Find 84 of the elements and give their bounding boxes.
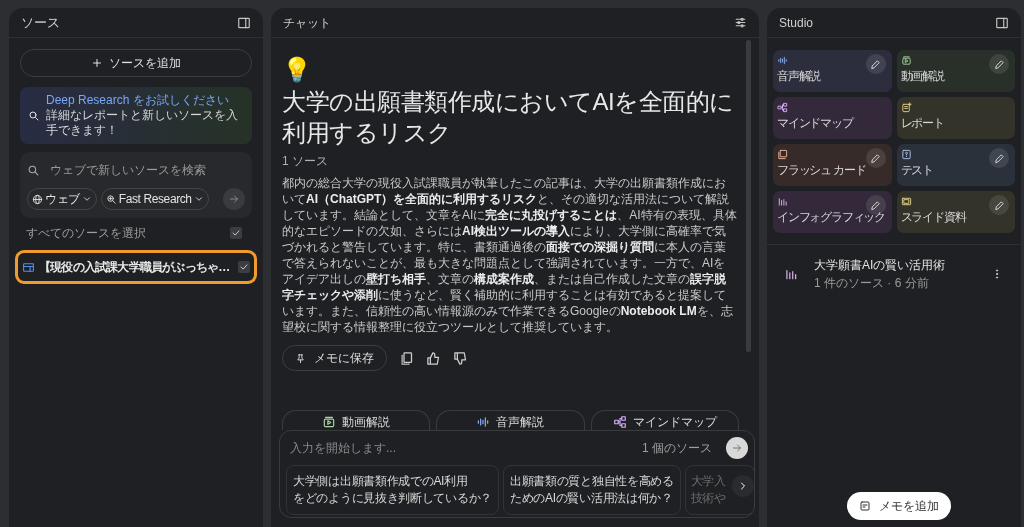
thumbs-up-icon[interactable] [426, 350, 441, 366]
panel-title: Studio [779, 14, 814, 32]
caret-icon [81, 194, 92, 204]
tile-label: 動画解説 [900, 68, 944, 84]
source-item[interactable]: 【現役の入試課大学職員がぶっちゃ… [15, 250, 257, 284]
studio-tile[interactable]: スライド資料 [896, 191, 1015, 233]
edit-button[interactable] [865, 54, 886, 74]
panel-toggle-icon[interactable] [995, 15, 1009, 30]
studio-tile[interactable]: インフォグラフィック [773, 191, 892, 233]
studio-tile[interactable]: レポート [896, 97, 1015, 139]
video-play-icon [900, 55, 912, 66]
edit-button[interactable] [865, 148, 886, 168]
check-icon [239, 262, 249, 272]
tile-label: レポート [900, 115, 944, 131]
magnifier-icon [28, 109, 40, 122]
promo-link[interactable]: Deep Research をお試しください [46, 93, 229, 107]
chat-input-field[interactable]: 入力を開始します... [290, 439, 642, 457]
search-icon [27, 163, 40, 177]
send-button[interactable] [726, 437, 748, 459]
tile-label: フラッシュ カード [777, 162, 866, 178]
arrow-icon [228, 193, 240, 205]
suggestion-chip[interactable]: 大学側は出願書類作成でのAI利用 をどのように見抜き判断しているか？ [286, 465, 499, 515]
tile-label: テスト [900, 162, 933, 178]
source-count: 1 ソース [282, 154, 328, 168]
pencil-icon [870, 58, 881, 70]
tile-label: マインドマップ [777, 115, 853, 131]
checkbox[interactable] [238, 261, 250, 273]
mindmap-icon [612, 415, 627, 429]
add-note-button[interactable]: メモを追加 [847, 492, 951, 520]
caret-icon [193, 194, 204, 204]
pencil-icon [993, 58, 1005, 70]
note-icon [859, 500, 871, 512]
pencil-icon [993, 152, 1005, 164]
cards-icon [777, 149, 788, 160]
pencil-icon [993, 199, 1005, 211]
pin-icon [295, 352, 306, 364]
studio-tile[interactable]: フラッシュ カード [773, 144, 892, 186]
web-page-icon [22, 260, 35, 274]
arrow-icon [731, 442, 743, 454]
globe-icon [32, 193, 43, 205]
audio-wave-icon [777, 55, 788, 66]
select-all-label: すべてのソースを選択 [26, 225, 146, 242]
edit-button[interactable] [989, 148, 1009, 168]
edit-button[interactable] [989, 195, 1009, 215]
studio-tile[interactable]: 音声解説 [773, 50, 892, 92]
note-item[interactable]: 大学願書AIの賢い活用術 1 件のソース · 6 分前 [767, 245, 1021, 303]
studio-tile[interactable]: マインドマップ [773, 97, 892, 139]
thumbs-down-icon[interactable] [453, 350, 468, 366]
bar-chart-icon [777, 196, 788, 207]
mindmap-icon [777, 102, 788, 113]
source-title: 【現役の入試課大学職員がぶっちゃ… [39, 259, 230, 276]
edit-button[interactable] [989, 54, 1009, 74]
lightbulb-emoji: 💡 [282, 56, 312, 84]
settings-sliders-icon[interactable] [734, 16, 747, 29]
summary-heading: 大学の出願書類作成においてAIを全面的に利用するリスク [282, 87, 735, 148]
panel-title: チャット [283, 14, 331, 32]
source-count: 1 個のソース [642, 440, 712, 457]
studio-tile[interactable]: 動画解説 [896, 50, 1015, 92]
note-meta: 1 件のソース · 6 分前 [814, 275, 929, 292]
promo-text: Deep Research をお試しください 詳細なレポートと新しいソースを入手できます！ [46, 93, 239, 138]
plus-icon [91, 57, 103, 69]
sparkle-search-icon [105, 193, 117, 205]
suggestion-chip[interactable]: 出願書類の質と独自性を高める ためのAIの賢い活用法は何か？ [502, 465, 681, 515]
bar-chart-icon [784, 267, 798, 281]
copy-icon[interactable] [399, 350, 414, 366]
check-icon [231, 228, 241, 238]
summary-text: 都内の総合大学の現役入試課職員が執筆したこの記事は、大学の出願書類作成においてAI（ChatGPT）を全面的に利用するリスクと、その適切な活用法について解説しています。結論として、文章をAIに完全に丸投げすることは、AI特有の表現、具体的なエピソードの欠如、さらにはAI検出ツールの導入により、大学側に高確率で気づかれると警告しています。特に、書類通過後の面接での深掘り質問に本人の言葉で答えられないことが、最も大きな問題点として強調されています。一方で、AIをアイデア出しの壁打ち相手、文章の構成案作成、または自己作成した文章の誤字脱字チェックや添削に使うなど、賢く補助的に利用することは有効であると提案しています。また、信頼性の高い情報源のみで作業できるGoogleのNotebook LMを、志望校に関する情報整理に役立つツールとして推奨しています。 [282, 175, 737, 335]
note-title: 大学願書AIの賢い活用術 [814, 257, 946, 274]
panel-toggle-icon[interactable] [237, 15, 251, 30]
search-field[interactable]: ウェブで新しいソースを検索 [50, 161, 240, 179]
pencil-icon [870, 152, 881, 164]
panel-title: ソース [21, 13, 60, 32]
audio-wave-icon [476, 415, 491, 429]
video-play-icon [322, 415, 337, 429]
report-icon [900, 102, 912, 113]
tile-label: 音声解説 [777, 68, 821, 84]
tile-label: スライド資料 [900, 209, 966, 225]
pencil-icon [870, 199, 881, 211]
slides-icon [900, 196, 912, 207]
checkbox[interactable] [230, 227, 242, 239]
studio-tile[interactable]: テスト [896, 144, 1015, 186]
next-button[interactable] [732, 475, 754, 497]
tile-label: インフォグラフィック [777, 209, 885, 225]
quiz-icon [900, 149, 912, 160]
